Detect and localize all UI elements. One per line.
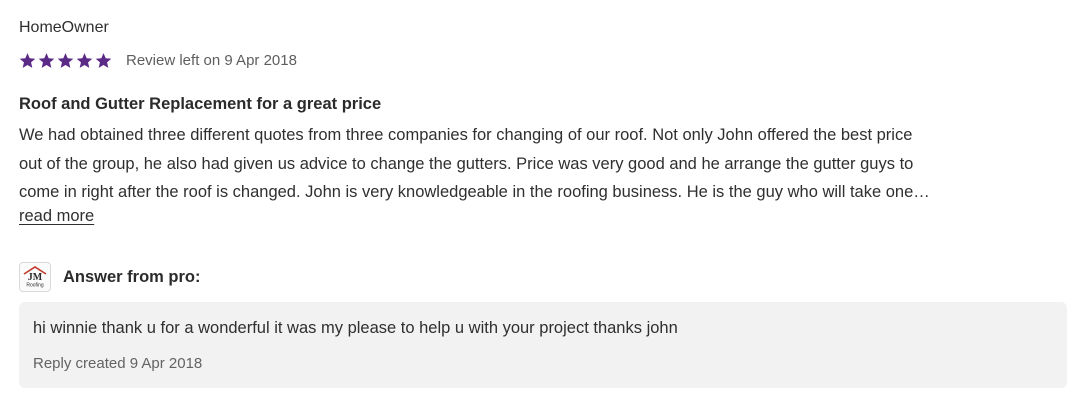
pro-logo-subtext: Roofing	[26, 283, 43, 289]
star-rating	[19, 52, 112, 69]
review-date: Review left on 9 Apr 2018	[126, 52, 297, 69]
pro-reply-text: hi winnie thank u for a wonderful it was…	[33, 319, 678, 337]
star-icon	[38, 52, 55, 69]
pro-answer-label: Answer from pro:	[63, 267, 201, 286]
review-body-line: come in right after the roof is changed.…	[19, 183, 930, 201]
review-title: Roof and Gutter Replacement for a great …	[19, 95, 382, 113]
star-icon	[76, 52, 93, 69]
reviewer-name: HomeOwner	[19, 19, 109, 36]
review-card: HomeOwner Review left on 9 Apr 2018 Roof…	[0, 0, 1087, 401]
pro-reply-date: Reply created 9 Apr 2018	[33, 355, 203, 372]
rating-row: Review left on 9 Apr 2018	[19, 52, 297, 69]
star-icon	[57, 52, 74, 69]
pro-logo-text: JM	[28, 272, 43, 283]
pro-answer-header: JM Roofing Answer from pro:	[19, 262, 201, 292]
star-icon	[19, 52, 36, 69]
pro-logo: JM Roofing	[19, 262, 51, 292]
star-icon	[95, 52, 112, 69]
review-body-line: We had obtained three different quotes f…	[19, 126, 913, 144]
pro-reply-box: hi winnie thank u for a wonderful it was…	[19, 302, 1067, 388]
read-more-link[interactable]: read more	[19, 207, 94, 226]
review-body: We had obtained three different quotes f…	[19, 121, 1069, 207]
review-body-line: out of the group, he also had given us a…	[19, 154, 914, 173]
